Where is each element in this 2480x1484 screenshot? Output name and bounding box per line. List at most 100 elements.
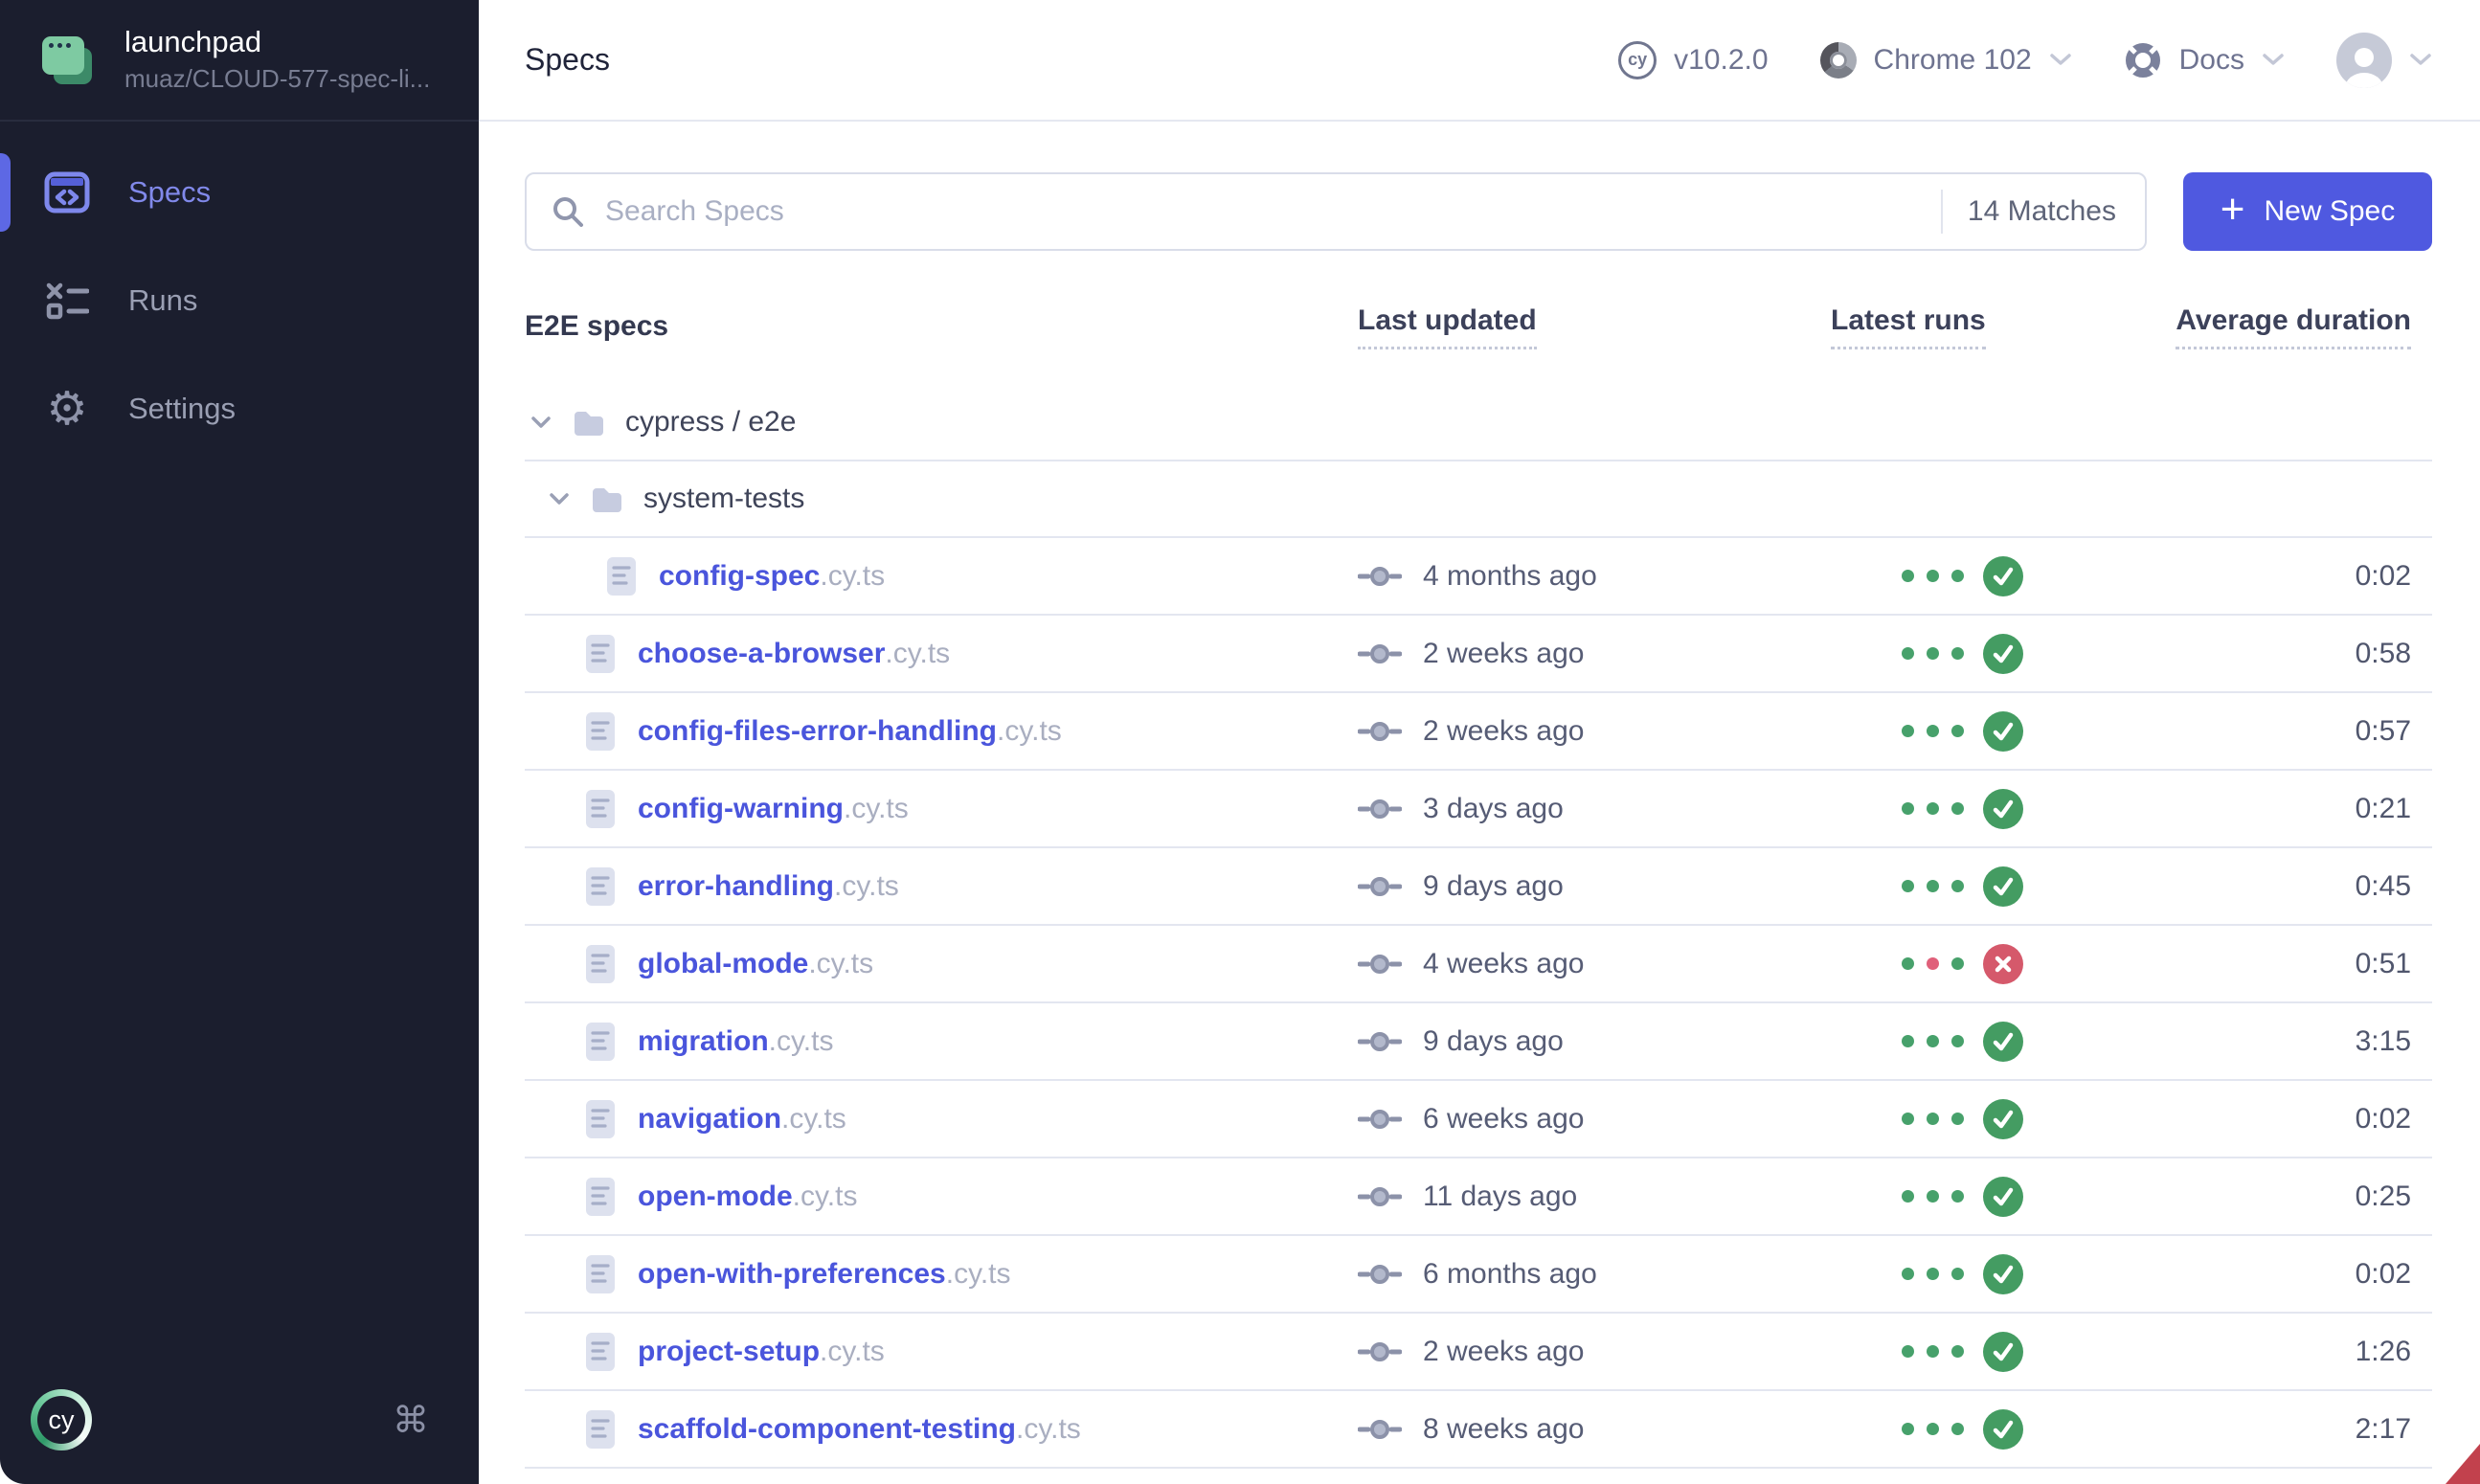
chrome-icon <box>1820 42 1857 79</box>
spec-name-link[interactable]: open-mode.cy.ts <box>638 1180 857 1213</box>
spec-extension: .cy.ts <box>781 1103 846 1135</box>
spec-row[interactable]: open-with-preferences.cy.ts 6 months ago… <box>525 1236 2432 1314</box>
spec-name-link[interactable]: open-with-preferences.cy.ts <box>638 1258 1011 1291</box>
version-label: v10.2.0 <box>1674 44 1768 77</box>
spec-name-cell: config-files-error-handling.cy.ts <box>525 712 1346 751</box>
project-switcher[interactable]: launchpad muaz/CLOUD-577-spec-li... <box>0 0 479 122</box>
git-commit-icon <box>1358 1106 1402 1133</box>
new-spec-button[interactable]: + New Spec <box>2183 172 2432 251</box>
spec-row[interactable]: project-setup.cy.ts 2 weeks ago 1:26 <box>525 1314 2432 1391</box>
latest-runs-cell[interactable] <box>1821 1332 2080 1372</box>
run-dot-green <box>1902 570 1914 582</box>
spec-extension: .cy.ts <box>793 1180 858 1212</box>
run-status-icon <box>1983 556 2023 596</box>
run-status-icon <box>1983 711 2023 752</box>
spec-name-link[interactable]: config-files-error-handling.cy.ts <box>638 715 1062 748</box>
chevron-down-icon <box>2262 53 2285 67</box>
user-menu[interactable] <box>2336 33 2432 88</box>
spec-row[interactable]: migration.cy.ts 9 days ago 3:15 <box>525 1003 2432 1081</box>
spec-name-cell: migration.cy.ts <box>525 1023 1346 1061</box>
spec-name-link[interactable]: choose-a-browser.cy.ts <box>638 638 950 670</box>
git-commit-icon <box>1358 796 1402 822</box>
spec-row[interactable]: open-mode.cy.ts 11 days ago 0:25 <box>525 1158 2432 1236</box>
last-updated-text: 2 weeks ago <box>1423 638 1584 670</box>
gear-icon: ⚙ <box>44 386 90 432</box>
run-dot-green <box>1927 570 1939 582</box>
run-dot-green <box>1951 725 1964 737</box>
latest-runs-cell[interactable] <box>1821 1099 2080 1139</box>
latest-runs-cell[interactable] <box>1821 866 2080 907</box>
chevron-down-icon <box>530 415 552 430</box>
spec-name-cell: error-handling.cy.ts <box>525 867 1346 906</box>
red-corner-mark <box>2446 1444 2480 1484</box>
spec-name-link[interactable]: global-mode.cy.ts <box>638 948 873 980</box>
latest-runs-cell[interactable] <box>1821 789 2080 829</box>
spec-row[interactable]: config-warning.cy.ts 3 days ago 0:21 <box>525 771 2432 848</box>
spec-name-link[interactable]: scaffold-component-testing.cy.ts <box>638 1413 1081 1446</box>
docs-menu[interactable]: Docs <box>2124 41 2285 79</box>
spec-row[interactable]: config-files-error-handling.cy.ts 2 week… <box>525 693 2432 771</box>
search-input[interactable] <box>605 195 1941 228</box>
run-status-icon <box>1983 866 2023 907</box>
latest-runs-cell[interactable] <box>1821 634 2080 674</box>
spec-name-link[interactable]: error-handling.cy.ts <box>638 870 899 903</box>
search-box: 14 Matches <box>525 172 2147 251</box>
spec-name-cell: global-mode.cy.ts <box>525 945 1346 983</box>
latest-runs-cell[interactable] <box>1821 1022 2080 1062</box>
spec-extension: .cy.ts <box>820 560 885 592</box>
cypress-logo[interactable]: cy <box>31 1389 92 1450</box>
spec-name-link[interactable]: config-spec.cy.ts <box>659 560 885 593</box>
spec-name-link[interactable]: migration.cy.ts <box>638 1025 833 1058</box>
last-updated-cell: 11 days ago <box>1346 1180 1821 1213</box>
run-dot-green <box>1927 1423 1939 1435</box>
run-dot-green <box>1927 1190 1939 1203</box>
latest-runs-cell[interactable] <box>1821 1177 2080 1217</box>
latest-runs-cell[interactable] <box>1821 1254 2080 1294</box>
spec-row[interactable]: config-spec.cy.ts 4 months ago 0:02 <box>525 538 2432 616</box>
spec-row[interactable]: global-mode.cy.ts 4 weeks ago 0:51 <box>525 926 2432 1003</box>
column-header-updated[interactable]: Last updated <box>1346 304 1821 349</box>
spec-row[interactable]: navigation.cy.ts 6 weeks ago 0:02 <box>525 1081 2432 1158</box>
version-indicator[interactable]: cy v10.2.0 <box>1618 41 1768 79</box>
browser-select[interactable]: Chrome 102 <box>1820 42 2072 79</box>
last-updated-text: 9 days ago <box>1423 1025 1564 1058</box>
run-dot-green <box>1951 1268 1964 1280</box>
last-updated-text: 2 weeks ago <box>1423 1336 1584 1368</box>
spec-name-link[interactable]: project-setup.cy.ts <box>638 1336 885 1368</box>
folder-row[interactable]: cypress / e2e <box>525 385 2432 461</box>
sidebar-item-settings[interactable]: ⚙ Settings <box>0 363 479 455</box>
column-header-duration[interactable]: Average duration <box>2080 304 2432 349</box>
latest-runs-cell[interactable] <box>1821 556 2080 596</box>
last-updated-cell: 2 weeks ago <box>1346 638 1821 670</box>
average-duration: 0:02 <box>2080 560 2432 593</box>
average-duration: 0:02 <box>2080 1103 2432 1135</box>
spec-name-link[interactable]: navigation.cy.ts <box>638 1103 846 1135</box>
run-dot-green <box>1902 1190 1914 1203</box>
folder-row[interactable]: system-tests <box>525 461 2432 538</box>
run-dot-green <box>1902 1035 1914 1047</box>
run-dot-green <box>1927 802 1939 815</box>
run-dot-green <box>1927 880 1939 892</box>
latest-runs-cell[interactable] <box>1821 711 2080 752</box>
spec-row[interactable]: error-handling.cy.ts 9 days ago 0:45 <box>525 848 2432 926</box>
average-duration: 0:21 <box>2080 793 2432 825</box>
latest-runs-cell[interactable] <box>1821 1409 2080 1450</box>
spec-name-link[interactable]: config-warning.cy.ts <box>638 793 909 825</box>
spec-file-icon <box>586 1410 615 1449</box>
spec-name-cell: project-setup.cy.ts <box>525 1333 1346 1371</box>
sidebar-item-specs[interactable]: Specs <box>0 146 479 238</box>
latest-runs-cell[interactable] <box>1821 944 2080 984</box>
run-dot-green <box>1902 802 1914 815</box>
average-duration: 1:26 <box>2080 1336 2432 1368</box>
sidebar-item-runs[interactable]: Runs <box>0 255 479 347</box>
run-status-icon <box>1983 944 2023 984</box>
spec-row[interactable]: choose-a-browser.cy.ts 2 weeks ago 0:58 <box>525 616 2432 693</box>
spec-row[interactable]: scaffold-component-testing.cy.ts 8 weeks… <box>525 1391 2432 1469</box>
run-dot-red <box>1927 957 1939 970</box>
last-updated-cell: 8 weeks ago <box>1346 1413 1821 1446</box>
column-header-runs[interactable]: Latest runs <box>1821 304 2080 349</box>
search-icon <box>552 195 584 228</box>
run-status-icon <box>1983 1177 2023 1217</box>
keyboard-shortcuts-icon[interactable]: ⌘ <box>393 1399 429 1441</box>
spec-file-icon <box>586 790 615 828</box>
